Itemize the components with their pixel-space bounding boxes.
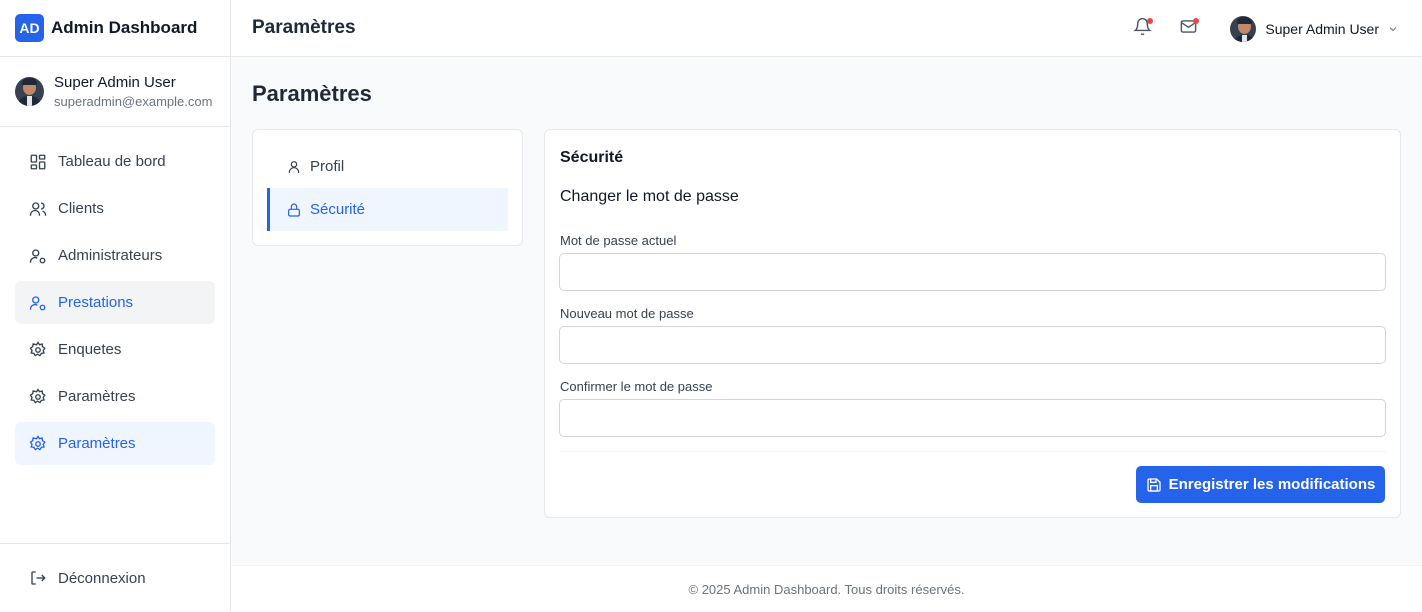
lock-icon <box>288 202 300 217</box>
gear-icon <box>29 434 47 453</box>
logout-button[interactable]: Déconnexion <box>0 543 230 612</box>
gear-icon <box>29 387 47 406</box>
brand[interactable]: AD Admin Dashboard <box>0 0 230 57</box>
user-icon <box>288 160 300 173</box>
sidebar-item-label: Tableau de bord <box>58 153 166 170</box>
user-cog-icon <box>29 247 47 265</box>
header-user-name: Super Admin User <box>1265 20 1379 37</box>
page-title: Paramètres <box>252 81 372 106</box>
tab-security[interactable]: Sécurité <box>267 188 508 231</box>
logout-icon <box>29 569 47 587</box>
sidebar-item-parametres-active[interactable]: Paramètres <box>15 422 215 465</box>
sidebar-item-label: Paramètres <box>58 435 136 452</box>
user-menu[interactable]: Super Admin User <box>1230 15 1399 42</box>
sidebar: AD Admin Dashboard Super Admin User supe… <box>0 0 231 612</box>
notification-dot <box>1193 17 1200 24</box>
sidebar-item-label: Paramètres <box>58 388 136 405</box>
divider <box>559 451 1386 452</box>
top-header: Paramètres Super Admin User <box>231 0 1422 57</box>
new-password-label: Nouveau mot de passe <box>560 306 694 321</box>
footer: © 2025 Admin Dashboard. Tous droits rése… <box>231 565 1422 612</box>
logout-label: Déconnexion <box>58 569 146 587</box>
sidebar-item-label: Administrateurs <box>58 247 163 264</box>
chevron-down-icon <box>1389 26 1397 31</box>
tab-label: Profil <box>310 158 345 175</box>
sidebar-item-dashboard[interactable]: Tableau de bord <box>15 140 215 183</box>
confirm-password-label: Confirmer le mot de passe <box>560 379 713 394</box>
current-password-field[interactable] <box>559 253 1386 291</box>
sidebar-item-label: Prestations <box>58 294 134 311</box>
sidebar-nav: Tableau de bord Clients Administrateurs … <box>0 127 230 465</box>
user-cog-icon <box>29 294 47 312</box>
messages-button[interactable] <box>1176 17 1200 41</box>
current-password-label: Mot de passe actuel <box>560 233 677 248</box>
tab-profile[interactable]: Profil <box>267 145 508 188</box>
users-icon <box>29 200 47 218</box>
notifications-button[interactable] <box>1130 17 1154 41</box>
panel-subtitle: Changer le mot de passe <box>560 188 739 205</box>
sidebar-item-prestations[interactable]: Prestations <box>15 281 215 324</box>
header-title: Paramètres <box>252 17 356 38</box>
panel-title: Sécurité <box>560 149 624 166</box>
save-label: Enregistrer les modifications <box>1168 476 1376 493</box>
avatar <box>15 77 44 106</box>
gear-icon <box>29 340 47 359</box>
confirm-password-field[interactable] <box>559 399 1386 437</box>
sidebar-item-administrateurs[interactable]: Administrateurs <box>15 234 215 277</box>
brand-title: Admin Dashboard <box>51 18 198 37</box>
notification-dot <box>1147 17 1154 24</box>
avatar <box>1230 15 1257 42</box>
user-email: superadmin@example.com <box>54 94 213 109</box>
tab-label: Sécurité <box>310 201 366 218</box>
sidebar-item-clients[interactable]: Clients <box>15 187 215 230</box>
save-icon <box>1146 477 1161 492</box>
sidebar-item-parametres[interactable]: Paramètres <box>15 375 215 418</box>
dashboard-grid-icon <box>29 153 47 171</box>
sidebar-item-label: Clients <box>58 200 104 217</box>
sidebar-user-card: Super Admin User superadmin@example.com <box>0 57 230 127</box>
new-password-field[interactable] <box>559 326 1386 364</box>
footer-text: © 2025 Admin Dashboard. Tous droits rése… <box>688 581 965 597</box>
user-name: Super Admin User <box>54 74 176 91</box>
brand-logo: AD <box>15 14 44 42</box>
security-panel: Sécurité Changer le mot de passe Mot de … <box>544 129 1401 518</box>
settings-nav: Profil Sécurité <box>252 129 523 246</box>
save-button[interactable]: Enregistrer les modifications <box>1136 466 1385 503</box>
sidebar-item-label: Enquetes <box>58 341 122 358</box>
sidebar-item-enquetes[interactable]: Enquetes <box>15 328 215 371</box>
